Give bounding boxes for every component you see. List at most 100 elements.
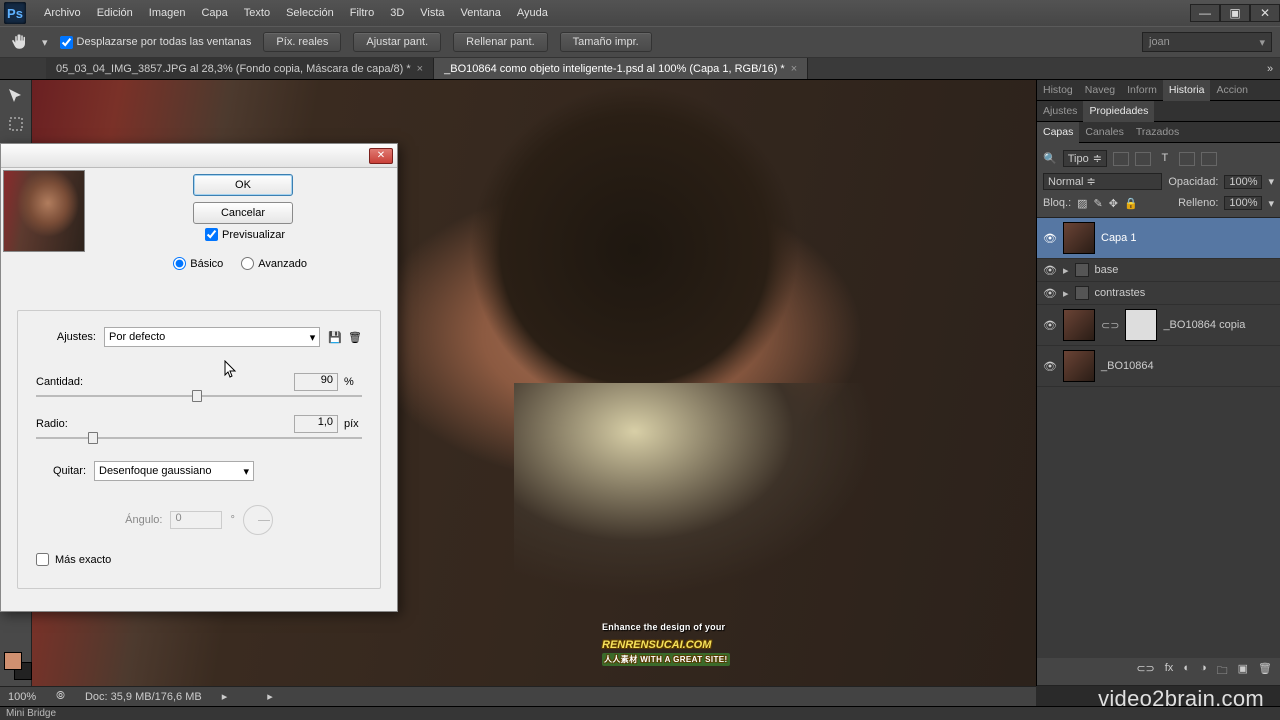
menu-seleccion[interactable]: Selección (278, 0, 342, 26)
filter-shape-icon[interactable] (1179, 152, 1195, 166)
menu-3d[interactable]: 3D (382, 0, 412, 26)
presets-select[interactable]: Por defecto▾ (104, 327, 320, 347)
tool-preset-dropdown-icon[interactable]: ▾ (42, 36, 48, 49)
close-tab-icon[interactable]: × (791, 63, 797, 75)
lock-pixels-icon[interactable]: ✎ (1094, 197, 1103, 210)
amount-slider[interactable] (36, 395, 362, 397)
tab-actions[interactable]: Accion (1210, 80, 1254, 101)
visibility-toggle-icon[interactable]: 👁 (1043, 231, 1057, 245)
lock-transparency-icon[interactable]: ▨ (1077, 197, 1087, 210)
cancel-button[interactable]: Cancelar (193, 202, 293, 224)
filter-pixel-icon[interactable] (1113, 152, 1129, 166)
more-accurate-checkbox[interactable]: Más exacto (36, 553, 362, 566)
layer-name[interactable]: base (1095, 264, 1119, 276)
layer-row[interactable]: 👁 ▸ base (1037, 259, 1280, 282)
menu-vista[interactable]: Vista (412, 0, 452, 26)
layer-row[interactable]: 👁 ⊂⊃ _BO10864 copia (1037, 305, 1280, 346)
filter-type-icon[interactable]: T (1157, 152, 1173, 166)
new-layer-icon[interactable]: ▣ (1238, 662, 1248, 681)
menu-archivo[interactable]: Archivo (36, 0, 89, 26)
dialog-preview-thumbnail[interactable] (3, 170, 85, 252)
tab-histogram[interactable]: Histog (1037, 80, 1079, 101)
link-layers-icon[interactable]: ⊂⊃ (1136, 662, 1154, 681)
fill-field[interactable]: 100% (1224, 196, 1262, 210)
chevron-down-icon[interactable]: ▾ (1268, 175, 1274, 188)
ok-button[interactable]: OK (193, 174, 293, 196)
amount-field[interactable]: 90 (294, 373, 338, 391)
radius-field[interactable]: 1,0 (294, 415, 338, 433)
search-icon[interactable]: 🔍 (1043, 152, 1057, 165)
save-preset-icon[interactable]: 💾 (328, 331, 342, 344)
tab-properties[interactable]: Propiedades (1083, 101, 1154, 122)
minimize-button[interactable]: ― (1190, 4, 1220, 22)
tab-history[interactable]: Historia (1163, 80, 1211, 101)
layer-name[interactable]: _BO10864 copia (1163, 319, 1245, 331)
print-size-button[interactable]: Tamaño impr. (560, 32, 652, 52)
close-tab-icon[interactable]: × (417, 63, 423, 75)
group-disclosure-icon[interactable]: ▸ (1063, 287, 1069, 300)
layer-row[interactable]: 👁 Capa 1 (1037, 218, 1280, 259)
status-preview-icon[interactable]: ⦾ (56, 690, 65, 703)
lock-all-icon[interactable]: 🔒 (1124, 197, 1138, 210)
radius-slider[interactable] (36, 437, 362, 439)
menu-edicion[interactable]: Edición (89, 0, 141, 26)
timeline-play-icon[interactable]: ▸ (267, 690, 273, 703)
slider-handle[interactable] (192, 390, 202, 402)
menu-texto[interactable]: Texto (236, 0, 278, 26)
adjustment-layer-icon[interactable]: ◑ (1200, 662, 1207, 681)
visibility-toggle-icon[interactable]: 👁 (1043, 286, 1057, 300)
status-disclosure-icon[interactable]: ▸ (222, 690, 228, 703)
menu-ayuda[interactable]: Ayuda (509, 0, 556, 26)
new-group-icon[interactable]: 🗀 (1217, 662, 1228, 681)
blend-mode-select[interactable]: Normal ≑ (1043, 173, 1162, 190)
scroll-all-windows-checkbox[interactable]: Desplazarse por todas las ventanas (60, 36, 252, 49)
layer-style-icon[interactable]: fx (1165, 662, 1174, 681)
visibility-toggle-icon[interactable]: 👁 (1043, 263, 1057, 277)
foreground-color[interactable] (4, 652, 22, 670)
visibility-toggle-icon[interactable]: 👁 (1043, 318, 1057, 332)
hand-tool-icon[interactable] (8, 31, 30, 53)
preview-checkbox[interactable]: Previsualizar (205, 228, 285, 241)
tab-adjustments[interactable]: Ajustes (1037, 101, 1083, 122)
layer-name[interactable]: _BO10864 (1101, 360, 1154, 372)
workspace-switcher[interactable]: joan▾ (1142, 32, 1272, 52)
remove-select[interactable]: Desenfoque gaussiano▾ (94, 461, 254, 481)
delete-preset-icon[interactable]: 🗑 (348, 331, 362, 344)
maximize-button[interactable]: ▣ (1220, 4, 1250, 22)
fill-screen-button[interactable]: Rellenar pant. (453, 32, 548, 52)
dialog-titlebar[interactable]: ✕ (1, 144, 397, 168)
menu-capa[interactable]: Capa (193, 0, 235, 26)
delete-layer-icon[interactable]: 🗑 (1258, 662, 1272, 681)
visibility-toggle-icon[interactable]: 👁 (1043, 359, 1057, 373)
chevron-down-icon[interactable]: ▾ (1268, 197, 1274, 210)
tab-paths[interactable]: Trazados (1130, 122, 1185, 143)
lock-position-icon[interactable]: ✥ (1109, 197, 1118, 210)
tab-layers[interactable]: Capas (1037, 122, 1079, 143)
layer-name[interactable]: contrastes (1095, 287, 1146, 299)
layer-row[interactable]: 👁 _BO10864 (1037, 346, 1280, 387)
layer-filter-kind[interactable]: Tipo ≑ (1063, 150, 1107, 167)
mini-bridge-tab[interactable]: Mini Bridge (0, 706, 1280, 720)
basic-radio[interactable]: Básico (173, 257, 223, 270)
move-tool-icon[interactable] (4, 84, 28, 108)
dialog-close-button[interactable]: ✕ (369, 148, 393, 164)
menu-imagen[interactable]: Imagen (141, 0, 194, 26)
fit-screen-button[interactable]: Ajustar pant. (353, 32, 441, 52)
slider-handle[interactable] (88, 432, 98, 444)
opacity-field[interactable]: 100% (1224, 175, 1262, 189)
actual-pixels-button[interactable]: Píx. reales (263, 32, 341, 52)
layer-name[interactable]: Capa 1 (1101, 232, 1136, 244)
close-button[interactable]: ✕ (1250, 4, 1280, 22)
tab-info[interactable]: Inform (1121, 80, 1163, 101)
group-disclosure-icon[interactable]: ▸ (1063, 264, 1069, 277)
tab-navigator[interactable]: Naveg (1079, 80, 1121, 101)
layer-mask-icon[interactable]: ◐ (1183, 662, 1190, 681)
layer-row[interactable]: 👁 ▸ contrastes (1037, 282, 1280, 305)
menu-ventana[interactable]: Ventana (453, 0, 509, 26)
color-swatch[interactable] (4, 652, 32, 680)
document-tab-2[interactable]: _BO10864 como objeto inteligente-1.psd a… (434, 58, 808, 79)
zoom-level[interactable]: 100% (8, 691, 36, 703)
tab-overflow-button[interactable]: » (1260, 58, 1280, 79)
advanced-radio[interactable]: Avanzado (241, 257, 307, 270)
marquee-tool-icon[interactable] (4, 112, 28, 136)
